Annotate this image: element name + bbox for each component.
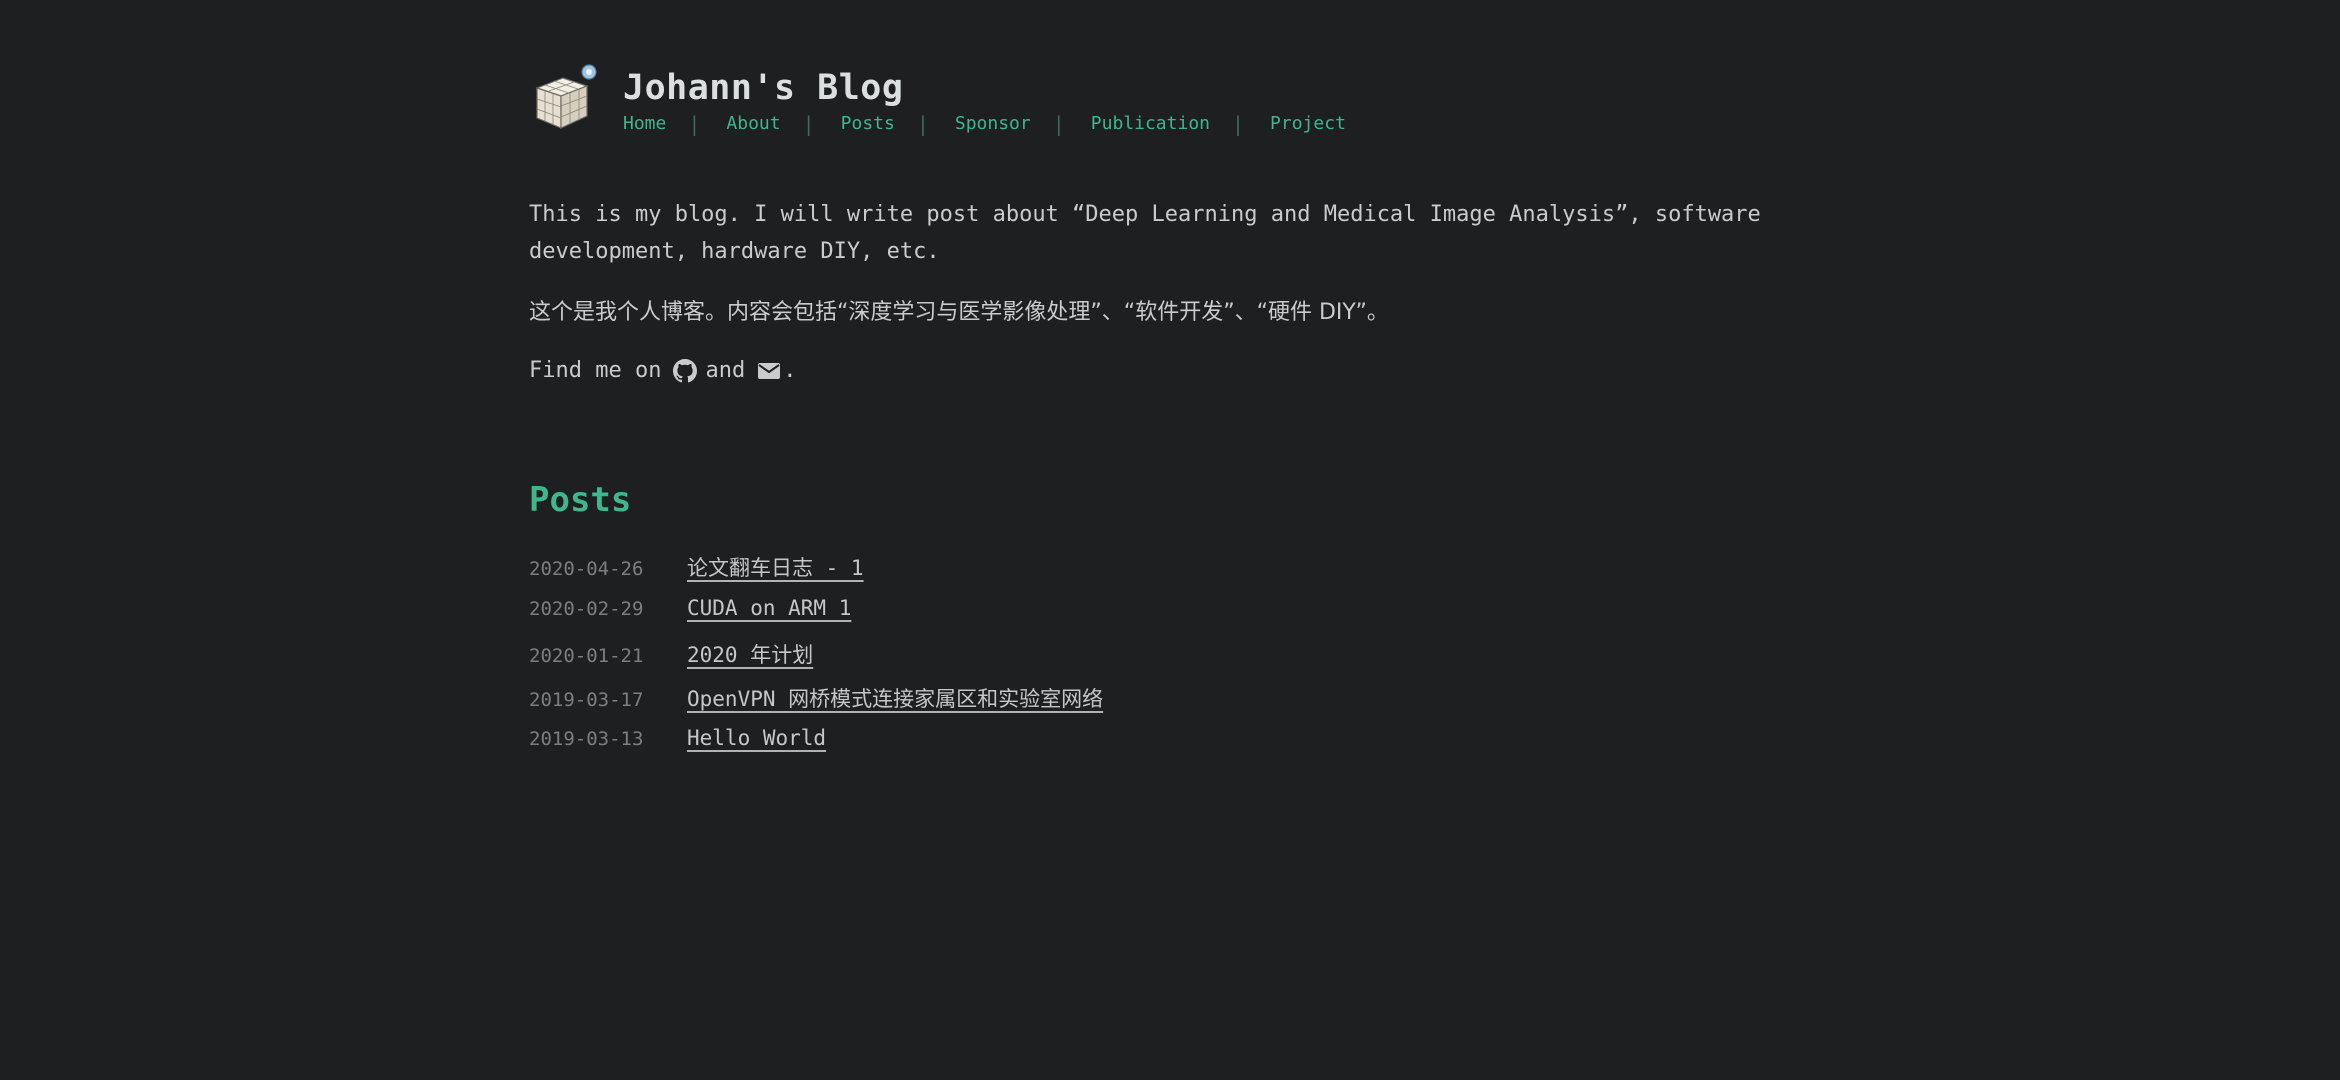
- find-me-line: Find me on and .: [529, 352, 796, 389]
- find-me-suffix: .: [783, 358, 797, 383]
- nav-project[interactable]: Project: [1270, 112, 1346, 136]
- github-icon: [673, 358, 698, 382]
- post-date: 2019-03-13: [529, 728, 644, 750]
- post-date: 2019-03-17: [529, 688, 644, 711]
- envelope-icon: [758, 362, 781, 379]
- site-header: Johann's Blog Home | About | Posts | Spo…: [529, 62, 1829, 142]
- post-item: 2020-01-21 2020 年计划: [529, 639, 1103, 683]
- github-link[interactable]: [661, 358, 705, 383]
- post-date: 2020-01-21: [529, 645, 644, 667]
- post-link[interactable]: Hello World: [687, 726, 826, 750]
- intro-paragraph-zh: 这个是我个人博客。内容会包括“深度学习与医学影像处理”、“软件开发”、“硬件 D…: [529, 300, 1389, 325]
- intro-paragraph-en: This is my blog. I will write post about…: [529, 202, 1761, 264]
- nav-separator: |: [688, 112, 701, 136]
- nav-separator: |: [1232, 112, 1245, 136]
- cube-logo-icon[interactable]: [529, 62, 599, 132]
- email-link[interactable]: [745, 359, 783, 383]
- post-link[interactable]: 2020 年计划: [687, 639, 813, 669]
- post-item: 2019-03-17 OpenVPN 网桥模式连接家属区和实验室网络: [529, 683, 1103, 727]
- site-title[interactable]: Johann's Blog: [623, 64, 1346, 112]
- post-item: 2020-02-29 CUDA on ARM 1: [529, 596, 1103, 640]
- find-me-and: and: [705, 358, 746, 383]
- post-link[interactable]: OpenVPN 网桥模式连接家属区和实验室网络: [687, 683, 1103, 713]
- find-me-prefix: Find me on: [529, 358, 662, 383]
- post-date: 2020-02-29: [529, 597, 644, 620]
- nav-separator: |: [916, 112, 929, 136]
- nav-publication[interactable]: Publication: [1091, 112, 1210, 136]
- nav-posts[interactable]: Posts: [841, 112, 895, 136]
- nav-about[interactable]: About: [726, 112, 780, 136]
- nav-home[interactable]: Home: [623, 112, 666, 136]
- page-container: Johann's Blog Home | About | Posts | Spo…: [529, 62, 1829, 750]
- post-list: 2020-04-26 论文翻车日志 - 1 2020-02-29 CUDA on…: [529, 552, 1103, 770]
- nav-sponsor[interactable]: Sponsor: [955, 112, 1031, 136]
- nav-separator: |: [1052, 112, 1065, 136]
- posts-heading: Posts: [529, 480, 632, 520]
- post-link[interactable]: CUDA on ARM 1: [687, 596, 851, 620]
- nav-separator: |: [802, 112, 815, 136]
- brand-block: Johann's Blog Home | About | Posts | Spo…: [623, 62, 1346, 136]
- post-item: 2020-04-26 论文翻车日志 - 1: [529, 552, 1103, 596]
- post-link[interactable]: 论文翻车日志 - 1: [687, 552, 864, 582]
- post-item: 2019-03-13 Hello World: [529, 726, 1103, 770]
- post-date: 2020-04-26: [529, 558, 644, 580]
- main-nav: Home | About | Posts | Sponsor | Publica…: [623, 112, 1346, 136]
